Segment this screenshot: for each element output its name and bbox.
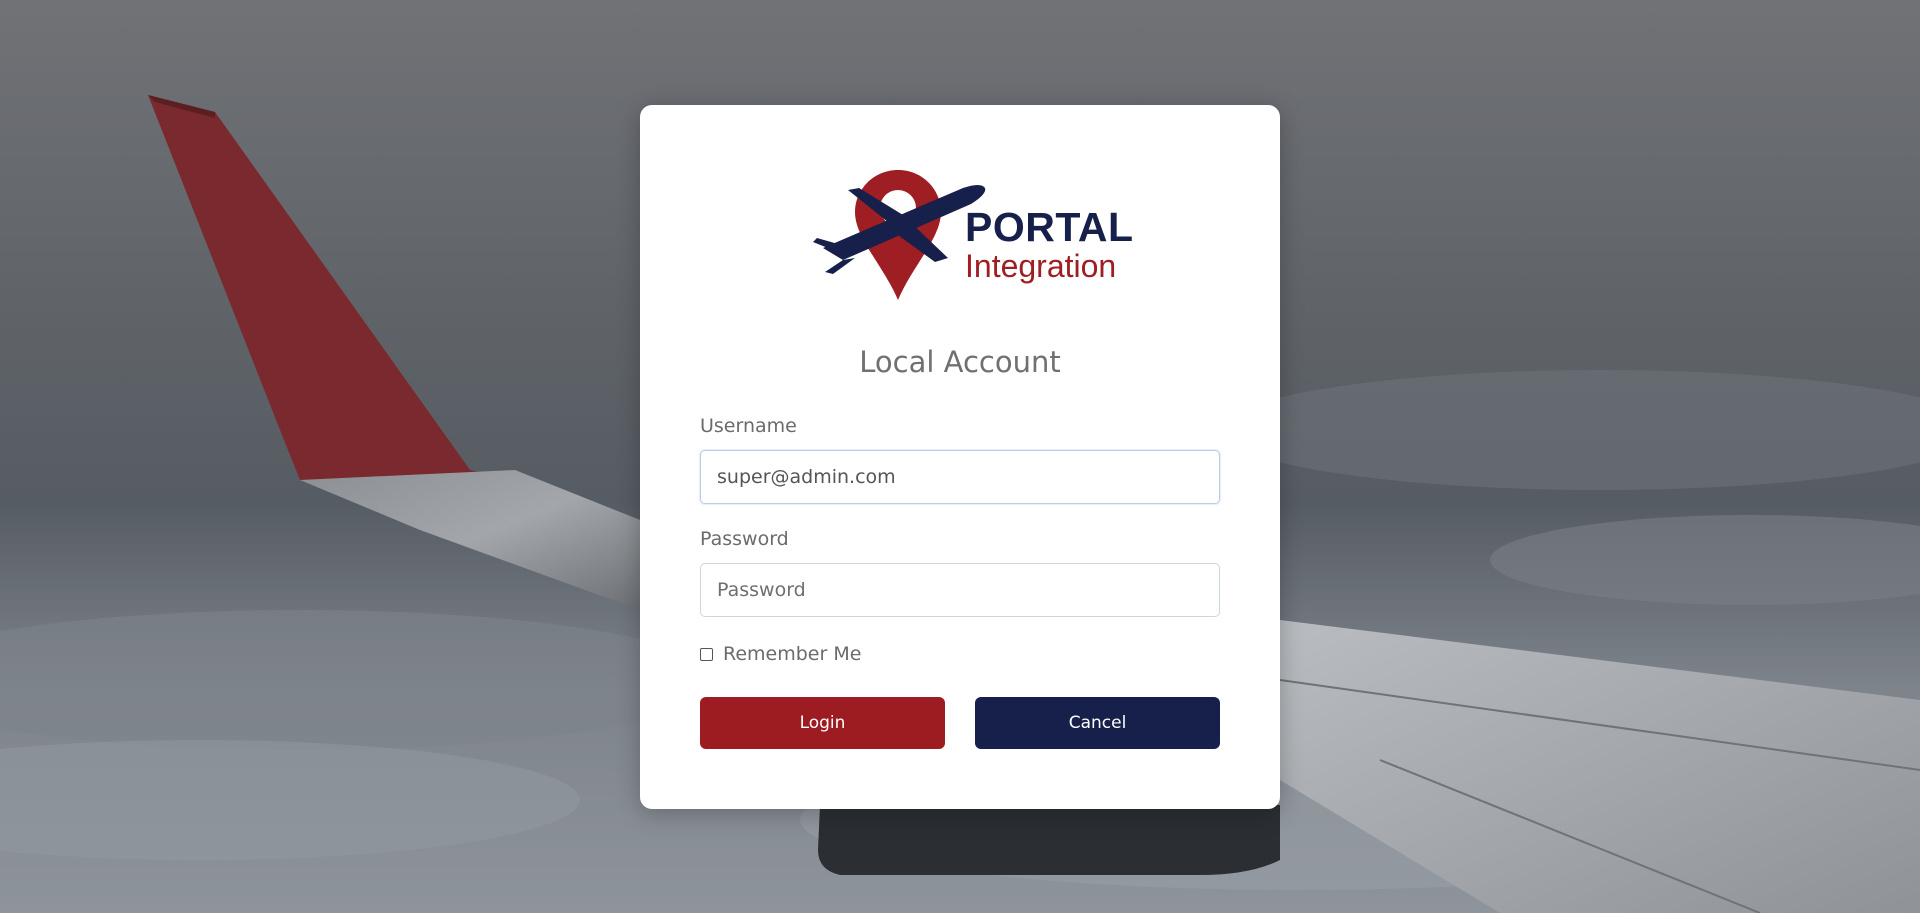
login-button[interactable]: Login [700, 697, 945, 749]
logo-integration-text: Integration [965, 248, 1117, 284]
password-input[interactable] [700, 563, 1220, 617]
username-input[interactable] [700, 450, 1220, 504]
remember-me-label: Remember Me [723, 643, 862, 665]
page-title: Local Account [859, 345, 1061, 379]
username-label: Username [700, 415, 797, 437]
remember-me-checkbox[interactable] [700, 647, 713, 661]
logo-portal-text: PORTAL [965, 204, 1134, 250]
cancel-button[interactable]: Cancel [975, 697, 1220, 749]
password-label: Password [700, 528, 789, 550]
remember-me-row[interactable]: Remember Me [700, 643, 861, 665]
login-page: PORTAL Integration Local Account Usernam… [0, 0, 1920, 913]
login-card: PORTAL Integration Local Account Usernam… [640, 105, 1280, 809]
